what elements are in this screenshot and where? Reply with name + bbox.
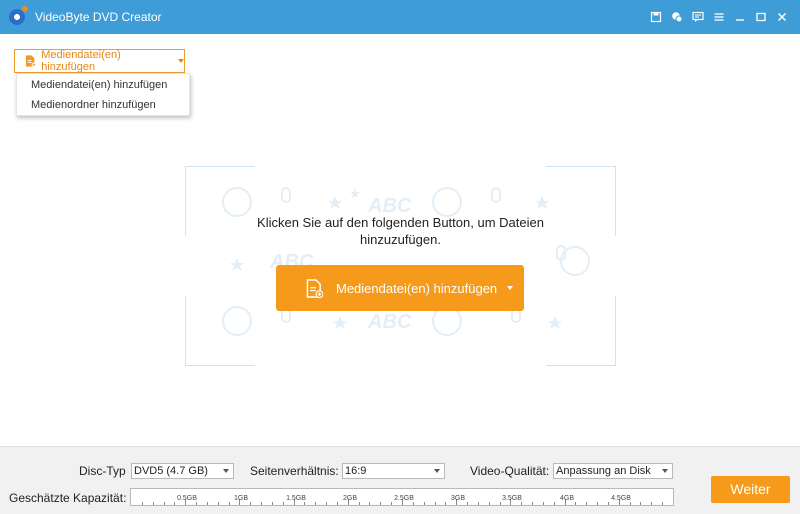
drop-instruction: Klicken Sie auf den folgenden Button, um… [185,214,616,248]
next-button[interactable]: Weiter [711,476,790,503]
drop-instruction-line1: Klicken Sie auf den folgenden Button, um… [257,215,544,230]
capacity-tick [521,502,522,505]
capacity-tick-label: 3.5GB [502,495,522,502]
capacity-tick [575,502,576,505]
capacity-tick [413,502,414,505]
capacity-tick [380,502,381,505]
capacity-tick [229,502,230,505]
aspect-ratio-label: Seitenverhältnis: [250,464,339,478]
bottom-panel: Disc-Typ DVD5 (4.7 GB) Seitenverhältnis:… [0,446,800,514]
capacity-label: Geschätzte Kapazität: [9,491,127,505]
capacity-tick [283,502,284,505]
add-media-label: Mediendatei(en) hinzufügen [41,49,121,73]
capacity-tick [586,502,587,505]
save-icon[interactable] [646,7,666,27]
capacity-tick [467,502,468,505]
aspect-ratio-select[interactable]: 16:9 [342,463,445,479]
capacity-tick [261,502,262,505]
capacity-tick [142,502,143,505]
capacity-tick [543,502,544,505]
maximize-icon[interactable] [751,7,771,27]
capacity-tick [500,502,501,505]
add-media-main-label: Mediendatei(en) hinzufügen [336,280,498,296]
menu-item-add-files[interactable]: Mediendatei(en) hinzufügen [17,75,189,95]
capacity-tick [337,502,338,505]
capacity-tick [391,502,392,505]
add-media-menu: Mediendatei(en) hinzufügen Medienordner … [16,73,190,116]
capacity-tick [554,502,555,505]
capacity-tick [164,502,165,505]
capacity-tick [153,502,154,505]
capacity-bar: 0.5GB 1GB 1.5GB 2GB 2.5GB 3GB 3.5GB 4GB 4.5GB [130,488,674,506]
window-controls [645,0,792,34]
capacity-tick [608,502,609,505]
capacity-tick [174,502,175,505]
menu-icon[interactable] [709,7,729,27]
capacity-tick [315,502,316,505]
app-title: VideoByte DVD Creator [35,10,162,24]
disc-type-value: DVD5 (4.7 GB) [134,465,208,477]
capacity-tick [662,502,663,505]
capacity-tick [359,502,360,505]
capacity-tick [445,502,446,505]
close-icon[interactable] [772,7,792,27]
add-media-dropdown-button[interactable]: Mediendatei(en) hinzufügen [14,49,185,73]
aspect-ratio-value: 16:9 [345,465,367,477]
disc-type-select[interactable]: DVD5 (4.7 GB) [131,463,234,479]
capacity-tick [369,502,370,505]
capacity-tick [532,502,533,505]
capacity-tick-label: 1GB [233,495,249,502]
title-bar: VideoByte DVD Creator [0,0,800,34]
capacity-tick [326,502,327,505]
pattern-text: ABC [367,311,412,333]
shop-icon[interactable] [667,7,687,27]
capacity-tick-label: 2.5GB [394,495,414,502]
disc-type-label: Disc-Typ [79,464,126,478]
menu-item-add-folder[interactable]: Medienordner hinzufügen [17,95,189,115]
video-quality-label: Video-Qualität: [470,464,550,478]
drop-zone[interactable]: ABC ABC ABC Klicken Sie auf den folgende… [185,166,616,366]
video-quality-select[interactable]: Anpassung an Disk [553,463,673,479]
capacity-tick [489,502,490,505]
capacity-tick [272,502,273,505]
app-logo-icon [9,6,28,25]
add-media-main-button[interactable]: Mediendatei(en) hinzufügen [276,265,524,311]
feedback-icon[interactable] [688,7,708,27]
capacity-tick [597,502,598,505]
capacity-tick-label: 3GB [450,495,466,502]
capacity-tick [640,502,641,505]
chevron-down-icon [662,469,668,473]
capacity-tick [478,502,479,505]
capacity-tick [630,502,631,505]
add-file-icon [306,278,323,298]
minimize-icon[interactable] [730,7,750,27]
capacity-tick [196,502,197,505]
capacity-tick [424,502,425,505]
capacity-tick-label: 2GB [342,495,358,502]
chevron-down-icon [223,469,229,473]
add-file-icon [25,55,37,67]
capacity-tick-label: 0.5GB [177,495,197,502]
capacity-tick [207,502,208,505]
capacity-tick [651,502,652,505]
capacity-tick [435,502,436,505]
capacity-tick-label: 1.5GB [286,495,306,502]
chevron-down-icon [507,286,514,290]
drop-instruction-line2: hinzuzufügen. [360,232,441,247]
chevron-down-icon [434,469,440,473]
capacity-tick-label: 4GB [559,495,575,502]
capacity-tick [218,502,219,505]
capacity-tick [250,502,251,505]
chevron-down-icon [178,59,184,63]
video-quality-value: Anpassung an Disk [556,465,651,477]
capacity-tick [304,502,305,505]
capacity-tick-label: 4.5GB [611,495,631,502]
